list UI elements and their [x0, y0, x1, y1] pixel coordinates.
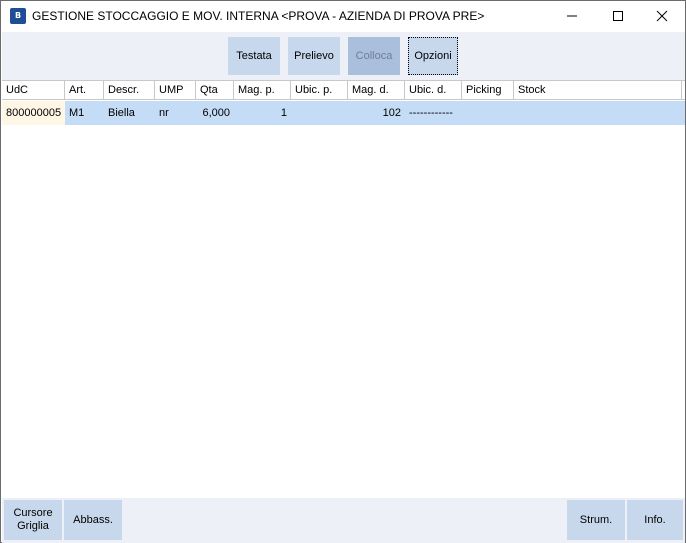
- minimize-icon: [567, 15, 577, 17]
- maximize-icon: [613, 11, 623, 21]
- cell-picking[interactable]: [462, 101, 514, 125]
- cursore-griglia-label: Cursore Griglia: [13, 507, 52, 533]
- top-toolbar: Testata Prelievo Colloca Opzioni: [2, 32, 685, 80]
- maximize-button[interactable]: [595, 1, 641, 31]
- column-header-ubic-p[interactable]: Ubic. p.: [291, 81, 348, 100]
- cursore-label-line1: Cursore: [13, 507, 53, 519]
- grid-header: UdC Art. Descr. UMP Qta Mag. p. Ubic. p.…: [2, 81, 685, 100]
- cell-descr[interactable]: Biella: [104, 101, 155, 125]
- column-header-picking[interactable]: Picking: [462, 81, 514, 100]
- abbass-button[interactable]: Abbass.: [64, 500, 122, 540]
- cell-mag-p[interactable]: 1: [234, 101, 291, 125]
- cell-udc[interactable]: 800000005: [2, 101, 65, 125]
- app-logo-icon: B: [10, 8, 26, 24]
- column-header-qta[interactable]: Qta: [196, 81, 234, 100]
- close-icon: [656, 10, 668, 22]
- bottom-toolbar: Cursore Griglia Abbass. Strum. Info.: [2, 498, 685, 543]
- column-header-ump[interactable]: UMP: [155, 81, 196, 100]
- column-header-descr[interactable]: Descr.: [104, 81, 155, 100]
- column-header-art[interactable]: Art.: [65, 81, 104, 100]
- testata-button[interactable]: Testata: [228, 37, 280, 75]
- opzioni-button[interactable]: Opzioni: [408, 37, 458, 75]
- cell-mag-d[interactable]: 102: [348, 101, 405, 125]
- info-button[interactable]: Info.: [627, 500, 683, 540]
- title-bar[interactable]: B GESTIONE STOCCAGGIO E MOV. INTERNA <PR…: [1, 1, 685, 31]
- stock-grid[interactable]: UdC Art. Descr. UMP Qta Mag. p. Ubic. p.…: [2, 80, 685, 498]
- window-title: GESTIONE STOCCAGGIO E MOV. INTERNA <PROV…: [32, 9, 485, 23]
- strum-button[interactable]: Strum.: [567, 500, 625, 540]
- cell-art[interactable]: M1: [65, 101, 104, 125]
- main-window: B GESTIONE STOCCAGGIO E MOV. INTERNA <PR…: [0, 0, 686, 543]
- cell-ubic-p[interactable]: [291, 101, 348, 125]
- cell-ubic-d[interactable]: ------------: [405, 101, 462, 125]
- column-header-udc[interactable]: UdC: [2, 81, 65, 100]
- column-header-ubic-d[interactable]: Ubic. d.: [405, 81, 462, 100]
- prelievo-button[interactable]: Prelievo: [288, 37, 340, 75]
- cursore-label-line2: Griglia: [17, 520, 49, 532]
- close-button[interactable]: [639, 1, 685, 31]
- cell-ump[interactable]: nr: [155, 101, 196, 125]
- column-header-mag-d[interactable]: Mag. d.: [348, 81, 405, 100]
- cell-stock[interactable]: [514, 101, 682, 125]
- minimize-button[interactable]: [549, 1, 595, 31]
- cell-qta[interactable]: 6,000: [196, 101, 234, 125]
- column-header-mag-p[interactable]: Mag. p.: [234, 81, 291, 100]
- column-header-stock[interactable]: Stock: [514, 81, 682, 100]
- table-row[interactable]: 800000005 M1 Biella nr 6,000 1 102 -----…: [2, 101, 685, 125]
- colloca-button[interactable]: Colloca: [348, 37, 400, 75]
- cursore-griglia-button[interactable]: Cursore Griglia: [4, 500, 62, 540]
